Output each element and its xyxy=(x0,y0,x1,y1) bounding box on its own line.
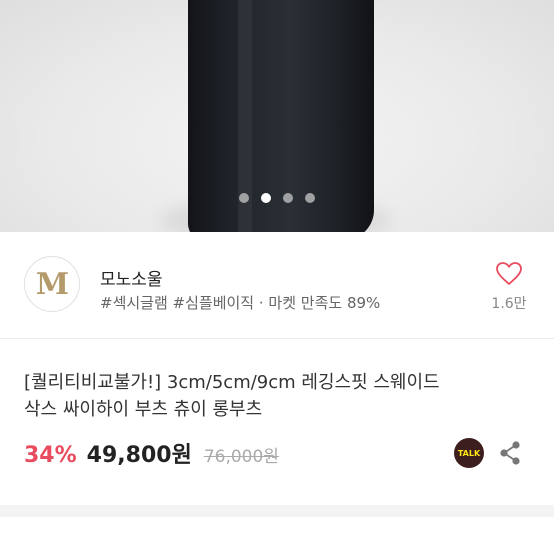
carousel-dot-4[interactable] xyxy=(305,193,315,203)
price-row: 34% 49,800원 76,000원 xyxy=(24,437,279,468)
discount-rate: 34% xyxy=(24,443,77,468)
carousel-indicator xyxy=(0,193,554,203)
product-title-line-1: [퀄리티비교불가!] 3cm/5cm/9cm 레깅스핏 스웨이드 xyxy=(24,372,440,393)
section-divider xyxy=(0,505,554,517)
talk-label: TALK xyxy=(457,448,481,458)
carousel-dot-1[interactable] xyxy=(239,193,249,203)
store-logo-mark: M xyxy=(35,266,69,302)
store-tags: #섹시글램 #심플베이직 · 마켓 만족도 89% xyxy=(100,294,381,312)
carousel-dot-2-active[interactable] xyxy=(261,193,271,203)
original-price: 76,000원 xyxy=(203,447,279,467)
heart-icon[interactable] xyxy=(496,262,522,286)
kakaotalk-icon[interactable]: TALK xyxy=(454,438,484,468)
carousel-dot-3[interactable] xyxy=(283,193,293,203)
product-title: [퀄리티비교불가!] 3cm/5cm/9cm 레깅스핏 스웨이드 삭스 싸이하이… xyxy=(24,369,534,423)
store-name[interactable]: 모노소울 xyxy=(100,265,163,290)
next-section-peek xyxy=(24,544,134,558)
store-info[interactable]: M 모노소울 #섹시글램 #심플베이직 · 마켓 만족도 89% 1.6만 xyxy=(0,232,554,339)
product-title-line-2: 삭스 싸이하이 부츠 츄이 롱부츠 xyxy=(24,399,263,420)
like-count: 1.6만 xyxy=(491,296,527,312)
store-logo[interactable]: M xyxy=(24,256,80,312)
sale-price: 49,800원 xyxy=(86,443,192,468)
share-icon[interactable] xyxy=(498,440,522,466)
product-image-carousel[interactable] xyxy=(0,0,554,232)
